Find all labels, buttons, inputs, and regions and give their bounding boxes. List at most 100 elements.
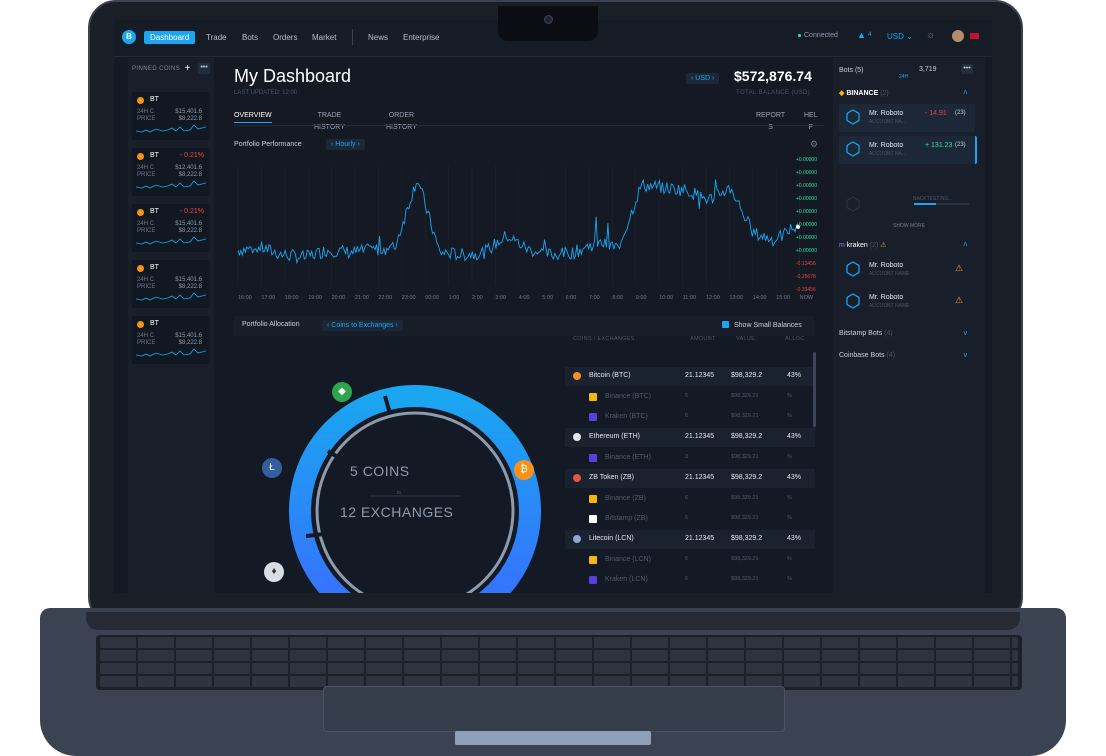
x-tick-label: 2:00 — [472, 295, 483, 301]
add-pinned-coin-button[interactable]: + — [182, 63, 193, 74]
bots-more-button[interactable]: ••• — [961, 64, 973, 74]
exchange-icon — [589, 454, 597, 462]
binance-header[interactable]: ◆ BINANCE (2) — [839, 89, 889, 97]
chevron-down-icon: ⌄ — [906, 32, 913, 41]
language-flag-icon[interactable] — [970, 33, 979, 39]
chevron-down-icon[interactable]: ˅ — [963, 329, 968, 338]
nav-bots[interactable]: Bots — [242, 31, 258, 44]
tab-label: HEL — [804, 112, 818, 119]
show-small-balances-toggle[interactable]: Show Small Balances — [722, 321, 802, 329]
bot-card[interactable]: Mr. Roboto ACCOUNT NA... - 14.91 (23) — [839, 104, 975, 132]
chevron-right-icon: › — [395, 322, 398, 329]
allocation-mode-select[interactable]: ‹ Coins to Exchanges › — [322, 320, 403, 331]
table-scrollbar[interactable] — [813, 352, 816, 427]
exchange-row[interactable]: Bitstamp (ZB) 6 $98,329.21% — [565, 510, 815, 529]
kraken-header[interactable]: m kraken (2) ⚠ — [839, 241, 887, 249]
ethereum-icon[interactable]: ♦ — [264, 562, 284, 582]
gear-icon[interactable]: ⚙ — [810, 139, 818, 150]
nav-market[interactable]: Market — [312, 31, 336, 44]
bot-card[interactable]: Mr. Roboto ACCOUNT NAME ⚠ — [839, 256, 975, 284]
coin-icon — [573, 535, 581, 543]
chevron-up-icon[interactable]: ˄ — [963, 88, 968, 97]
balance-currency-select[interactable]: ‹ USD › — [686, 73, 720, 84]
nav-dashboard[interactable]: Dashboard — [144, 31, 196, 44]
bot-trades: (23) — [955, 110, 966, 116]
pinned-coin-label: 24H C — [137, 165, 155, 171]
nav-trade[interactable]: Trade — [206, 31, 227, 44]
bot-card[interactable]: Mr. Roboto ACCOUNT NA... + 131.23 (23) — [839, 136, 977, 164]
warning-icon[interactable]: ⚠ — [955, 295, 963, 306]
more-options-button[interactable]: ••• — [198, 63, 210, 74]
coin-row[interactable]: ZB Token (ZB) 21.12345 $98,329.2 43% — [565, 469, 815, 488]
y-tick-label: -0.33456 — [796, 287, 816, 293]
bot-card[interactable]: Mr. Roboto ACCOUNT NAME ⚠ — [839, 288, 975, 316]
exchange-row[interactable]: Bitstamp (LCN)6$98,329.21% — [565, 591, 815, 593]
app-screen: B Dashboard Trade Bots Orders Market New… — [114, 20, 992, 593]
avatar[interactable] — [952, 30, 964, 42]
pinned-coin-card[interactable]: BT - 0.21% 24H C PRICE $12,401.6 $8,222.… — [132, 148, 210, 196]
bot-name: Mr. Roboto — [869, 142, 904, 149]
exchange-row[interactable]: Kraken (BTC) 6 $98,329.21% — [565, 408, 815, 427]
pinned-coins-panel: PINNED COINS + ••• BT 24H C PRICE $15,40… — [128, 58, 214, 593]
x-tick-label: 7:00 — [589, 295, 600, 301]
tab-help[interactable]: HEL P — [804, 110, 818, 134]
tab-order-history[interactable]: ORDER HISTORY — [386, 110, 417, 134]
column-header[interactable]: VALUE — [736, 336, 755, 342]
coin-row[interactable]: Bitcoin (BTC) 21.12345 $98,329.2 43% — [565, 367, 815, 386]
tab-reports[interactable]: REPORT S — [756, 110, 785, 134]
binance-logo-icon: ◆ — [839, 90, 845, 97]
y-tick-label: +0.00000 — [796, 222, 817, 228]
pinned-coin-card[interactable]: BT 24H C PRICE $15,401.6 $8,222.8 — [132, 260, 210, 308]
bots-total: 3,719 — [919, 66, 937, 73]
nav-orders[interactable]: Orders — [273, 31, 297, 44]
coinbase-bots-header[interactable]: Coinbase Bots (4) — [839, 352, 895, 359]
column-header[interactable]: COINS / EXCHANGES — [573, 336, 635, 342]
bell-icon[interactable]: ▲ — [857, 30, 866, 40]
warning-icon[interactable]: ⚠ — [955, 263, 963, 274]
column-header[interactable]: AMOUNT — [690, 336, 716, 342]
nav-news[interactable]: News — [368, 31, 388, 44]
column-header[interactable]: ALLOC. — [785, 336, 806, 342]
bitstamp-bots-name: Bitstamp Bots — [839, 330, 883, 337]
tab-label: REPORT — [756, 112, 786, 119]
currency-select[interactable]: USD ⌄ — [887, 32, 913, 41]
exchange-row[interactable]: Binance (ZB) 6 $98,329.21% — [565, 490, 815, 509]
bot-name: Mr. Roboto — [869, 294, 904, 301]
tab-overview[interactable]: OVERVIEW — [234, 110, 272, 123]
chevron-down-icon[interactable]: ˅ — [963, 351, 968, 360]
pinned-coin-card[interactable]: BT - 0.21% 24H C PRICE $15,401.6 $8,222.… — [132, 204, 210, 252]
row-value: $98,329.21 — [731, 413, 759, 419]
show-more-link[interactable]: SHOW MORE — [893, 223, 925, 229]
exchange-row[interactable]: Binance (LCN) 6 $98,329.21% — [565, 551, 815, 570]
x-tick-label: 5:00 — [542, 295, 553, 301]
interval-select[interactable]: ‹ Hourly › — [326, 139, 365, 150]
nav-enterprise[interactable]: Enterprise — [403, 31, 439, 44]
y-tick-label: +0.00000 — [796, 209, 817, 215]
row-amount: 6 — [685, 515, 689, 521]
chevron-up-icon[interactable]: ˄ — [963, 240, 968, 249]
neo-coin-icon[interactable]: ◆ — [332, 382, 352, 402]
coins-word: COINS — [362, 463, 410, 479]
coin-row[interactable]: Litecoin (LCN) 21.12345 $98,329.2 43% — [565, 530, 815, 549]
theme-toggle-icon[interactable]: ☼ — [926, 30, 935, 41]
row-amount: 6 — [685, 413, 689, 419]
pinned-coin-card[interactable]: BT 24H C PRICE $15,401.6 $8,222.8 — [132, 92, 210, 140]
pinned-coin-value: $15,401.6 — [175, 221, 202, 227]
coin-row[interactable]: Ethereum (ETH) 21.12345 $98,329.2 43% — [565, 428, 815, 447]
bitstamp-bots-count: (4) — [884, 330, 893, 337]
row-value: $98,329.2 — [731, 474, 763, 481]
tab-trade-history[interactable]: TRADE HISTORY — [314, 110, 345, 134]
app-logo[interactable]: B — [122, 30, 136, 44]
exchange-row[interactable]: Kraken (LCN) 6 $98,329.21% — [565, 571, 815, 590]
chevron-left-icon: ‹ — [331, 141, 334, 148]
bitcoin-icon[interactable]: ₿ — [514, 460, 534, 480]
exchange-row[interactable]: Binance (ETH) 3 $98,329.21% — [565, 449, 815, 468]
litecoin-icon[interactable]: Ł — [262, 458, 282, 478]
exchange-row[interactable]: Binance (BTC) 6 $98,329.21% — [565, 388, 815, 407]
row-amount: 6 — [685, 556, 689, 562]
pinned-coin-card[interactable]: BT 24H C PRICE $15,401.6 $8,222.8 — [132, 316, 210, 364]
row-amount: 21.12345 — [685, 433, 715, 440]
bitstamp-bots-header[interactable]: Bitstamp Bots (4) — [839, 330, 893, 337]
x-tick-label: 3:00 — [495, 295, 507, 301]
exchange-icon — [589, 576, 597, 584]
